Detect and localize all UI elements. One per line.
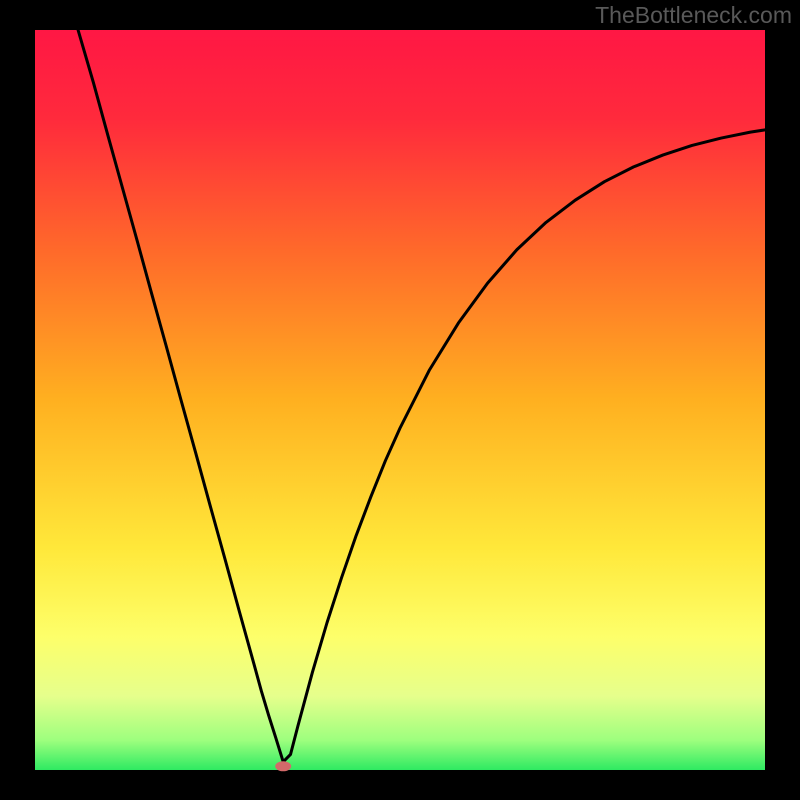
plot-area xyxy=(35,30,765,770)
vertex-marker xyxy=(275,761,291,771)
chart-svg xyxy=(0,0,800,800)
chart-frame: TheBottleneck.com xyxy=(0,0,800,800)
watermark-text: TheBottleneck.com xyxy=(595,2,792,29)
